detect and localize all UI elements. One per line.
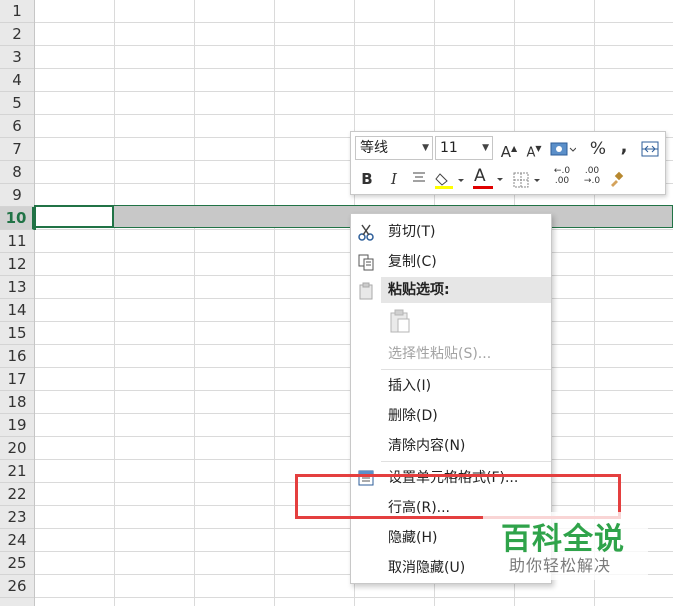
row-header-20[interactable]: 20: [0, 437, 34, 460]
row-header-2[interactable]: 2: [0, 23, 34, 46]
comma-label: ,: [620, 136, 628, 157]
align-center-icon: [413, 172, 425, 182]
column-gridline: [114, 0, 115, 606]
chevron-down-icon: ▼: [422, 143, 429, 153]
copy-icon: [358, 254, 374, 271]
menu-label: 清除内容(N): [388, 438, 466, 454]
menu-label: 选择性粘贴(S)...: [388, 346, 492, 362]
italic-button[interactable]: I: [383, 168, 405, 190]
row-header-26[interactable]: 26: [0, 575, 34, 598]
borders-grid-icon: [641, 141, 659, 157]
row-header-5[interactable]: 5: [0, 92, 34, 115]
menu-label: 插入(I): [388, 378, 432, 394]
decrease-decimal-button[interactable]: .00 →.0: [579, 166, 605, 188]
row-header-25[interactable]: 25: [0, 552, 34, 575]
menu-item-insert[interactable]: 插入(I): [351, 372, 551, 400]
grow-font-label: A: [500, 143, 512, 161]
column-gridline: [274, 0, 275, 606]
increase-decimal-label: ←.0 .00: [553, 166, 571, 186]
grow-font-button[interactable]: A▲: [498, 138, 520, 161]
menu-item-cut[interactable]: 剪切(T): [351, 218, 551, 246]
chevron-down-icon: ▼: [482, 143, 489, 153]
increase-decimal-button[interactable]: ←.0 .00: [549, 166, 575, 188]
row-header-19[interactable]: 19: [0, 414, 34, 437]
paintbrush-icon: [611, 171, 624, 187]
menu-label: 删除(D): [388, 408, 438, 424]
font-size-combo[interactable]: 11 ▼: [435, 136, 493, 160]
row-header-21[interactable]: 21: [0, 460, 34, 483]
accounting-format-button[interactable]: [548, 138, 578, 160]
row-header-7[interactable]: 7: [0, 138, 34, 161]
row-header-15[interactable]: 15: [0, 322, 34, 345]
menu-label: 取消隐藏(U): [388, 560, 466, 576]
row-header-3[interactable]: 3: [0, 46, 34, 69]
row-header-17[interactable]: 17: [0, 368, 34, 391]
row-header-16[interactable]: 16: [0, 345, 34, 368]
percent-label: %: [589, 139, 607, 159]
paste-options-header: 粘贴选项:: [381, 277, 551, 303]
center-align-button[interactable]: [408, 168, 430, 190]
shrink-font-button[interactable]: A▼: [523, 138, 545, 160]
highlight-color-button[interactable]: [433, 168, 467, 190]
row-header-12[interactable]: 12: [0, 253, 34, 276]
watermark: 百科全说 助你轻松解决: [483, 512, 648, 580]
comma-style-button[interactable]: ,: [613, 136, 635, 158]
row-header-10[interactable]: 10: [0, 207, 34, 230]
font-color-swatch-icon: [473, 178, 503, 189]
row-header-1[interactable]: 1: [0, 0, 34, 23]
row-header-14[interactable]: 14: [0, 299, 34, 322]
format-painter-button[interactable]: [605, 168, 627, 190]
row-header-18[interactable]: 18: [0, 391, 34, 414]
menu-label: 剪切(T): [388, 224, 436, 240]
borders-icon: [513, 172, 540, 188]
italic-label: I: [391, 170, 397, 188]
font-name-value: 等线: [360, 140, 388, 156]
paste-clipboard-icon: [390, 309, 410, 333]
menu-label: 隐藏(H): [388, 530, 438, 546]
accounting-format-icon: [550, 142, 576, 156]
paste-options-label: 粘贴选项:: [388, 282, 450, 298]
percent-style-button[interactable]: %: [587, 138, 609, 160]
scissors-icon: [358, 224, 374, 241]
watermark-subtitle: 助你轻松解决: [509, 556, 612, 575]
menu-item-clear-contents[interactable]: 清除内容(N): [351, 432, 551, 460]
row-header-6[interactable]: 6: [0, 115, 34, 138]
column-gridline: [194, 0, 195, 606]
bold-button[interactable]: B: [356, 168, 378, 190]
row-header-22[interactable]: 22: [0, 483, 34, 506]
row-header-23[interactable]: 23: [0, 506, 34, 529]
menu-label: 复制(C): [388, 254, 437, 270]
row-header-4[interactable]: 4: [0, 69, 34, 92]
row-header-11[interactable]: 11: [0, 230, 34, 253]
row-header-8[interactable]: 8: [0, 161, 34, 184]
menu-item-copy[interactable]: 复制(C): [351, 248, 551, 276]
borders-button[interactable]: [511, 168, 545, 190]
format-painter-grid-button[interactable]: [639, 138, 661, 160]
font-color-button[interactable]: A: [471, 166, 507, 190]
menu-separator: [381, 461, 551, 462]
paste-icon: [359, 282, 373, 300]
bold-label: B: [361, 170, 373, 188]
row-header-24[interactable]: 24: [0, 529, 34, 552]
row-header-13[interactable]: 13: [0, 276, 34, 299]
row-header-9[interactable]: 9: [0, 184, 34, 207]
decrease-decimal-label: .00 →.0: [583, 166, 601, 186]
font-size-value: 11: [440, 140, 458, 156]
menu-item-delete[interactable]: 删除(D): [351, 402, 551, 430]
menu-item-paste-special: 选择性粘贴(S)...: [351, 340, 551, 368]
paint-bucket-icon: [435, 173, 464, 189]
font-name-combo[interactable]: 等线 ▼: [355, 136, 433, 160]
menu-separator: [381, 369, 551, 370]
mini-toolbar: 等线 ▼ 11 ▼ A▲ A▼ % , B I A ←.0 .00 .00 →.…: [350, 131, 666, 195]
